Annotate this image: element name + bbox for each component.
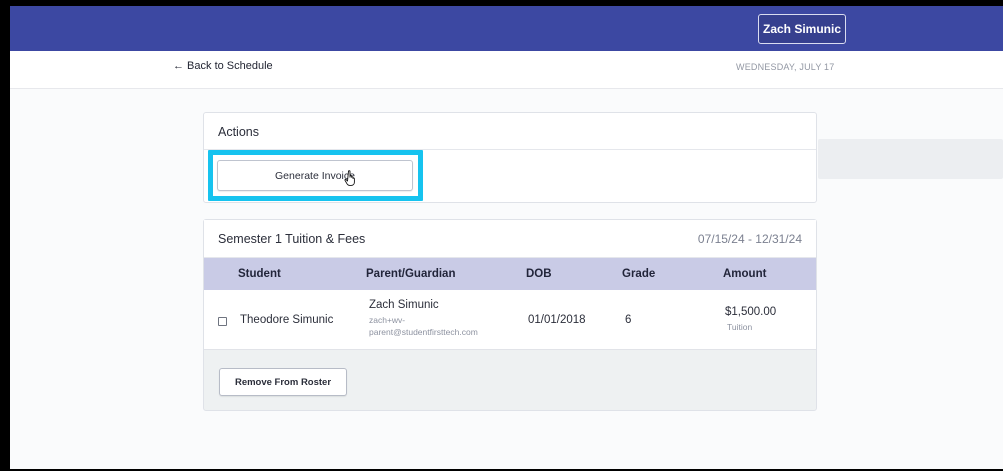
back-to-schedule-link[interactable]: ← Back to Schedule (173, 60, 273, 72)
semester-fees-card: Semester 1 Tuition & Fees 07/15/24 - 12/… (203, 219, 817, 411)
parent-email-line2: parent@studentfirsttech.com (369, 327, 478, 337)
hand-pointer-icon (344, 170, 355, 186)
table-row: Theodore Simunic Zach Simunic zach+wv- p… (204, 290, 816, 350)
sub-header (10, 51, 1003, 89)
top-navbar: Zach Simunic (10, 6, 1003, 51)
amount-value: $1,500.00 (725, 306, 777, 318)
generate-invoice-button[interactable]: Generate Invoice (217, 160, 413, 191)
column-header-amount: Amount (723, 268, 767, 280)
column-header-grade: Grade (622, 268, 656, 280)
user-menu-button[interactable]: Zach Simunic (758, 14, 846, 44)
app-frame: Zach Simunic ← Back to Schedule WEDNESDA… (10, 6, 1003, 469)
grade-value: 6 (625, 314, 632, 326)
parent-name: Zach Simunic (369, 299, 439, 311)
semester-date-range: 07/15/24 - 12/31/24 (697, 232, 802, 246)
column-header-dob: DOB (526, 268, 552, 280)
semester-title: Semester 1 Tuition & Fees (218, 232, 366, 246)
date-label: WEDNESDAY, JULY 17 (736, 62, 835, 72)
actions-title: Actions (204, 113, 816, 150)
dob-value: 01/01/2018 (528, 314, 586, 326)
remove-from-roster-button[interactable]: Remove From Roster (219, 368, 347, 396)
amount-type: Tuition (727, 322, 753, 332)
semester-header: Semester 1 Tuition & Fees 07/15/24 - 12/… (204, 220, 816, 258)
faded-overlay-bar (818, 139, 1003, 179)
column-header-student: Student (238, 268, 281, 280)
column-header-parent: Parent/Guardian (366, 268, 456, 280)
student-name: Theodore Simunic (240, 314, 334, 326)
table-header: Student Parent/Guardian DOB Grade Amount (204, 258, 816, 290)
row-checkbox[interactable] (218, 317, 227, 326)
parent-email-line1: zach+wv- (369, 315, 406, 325)
